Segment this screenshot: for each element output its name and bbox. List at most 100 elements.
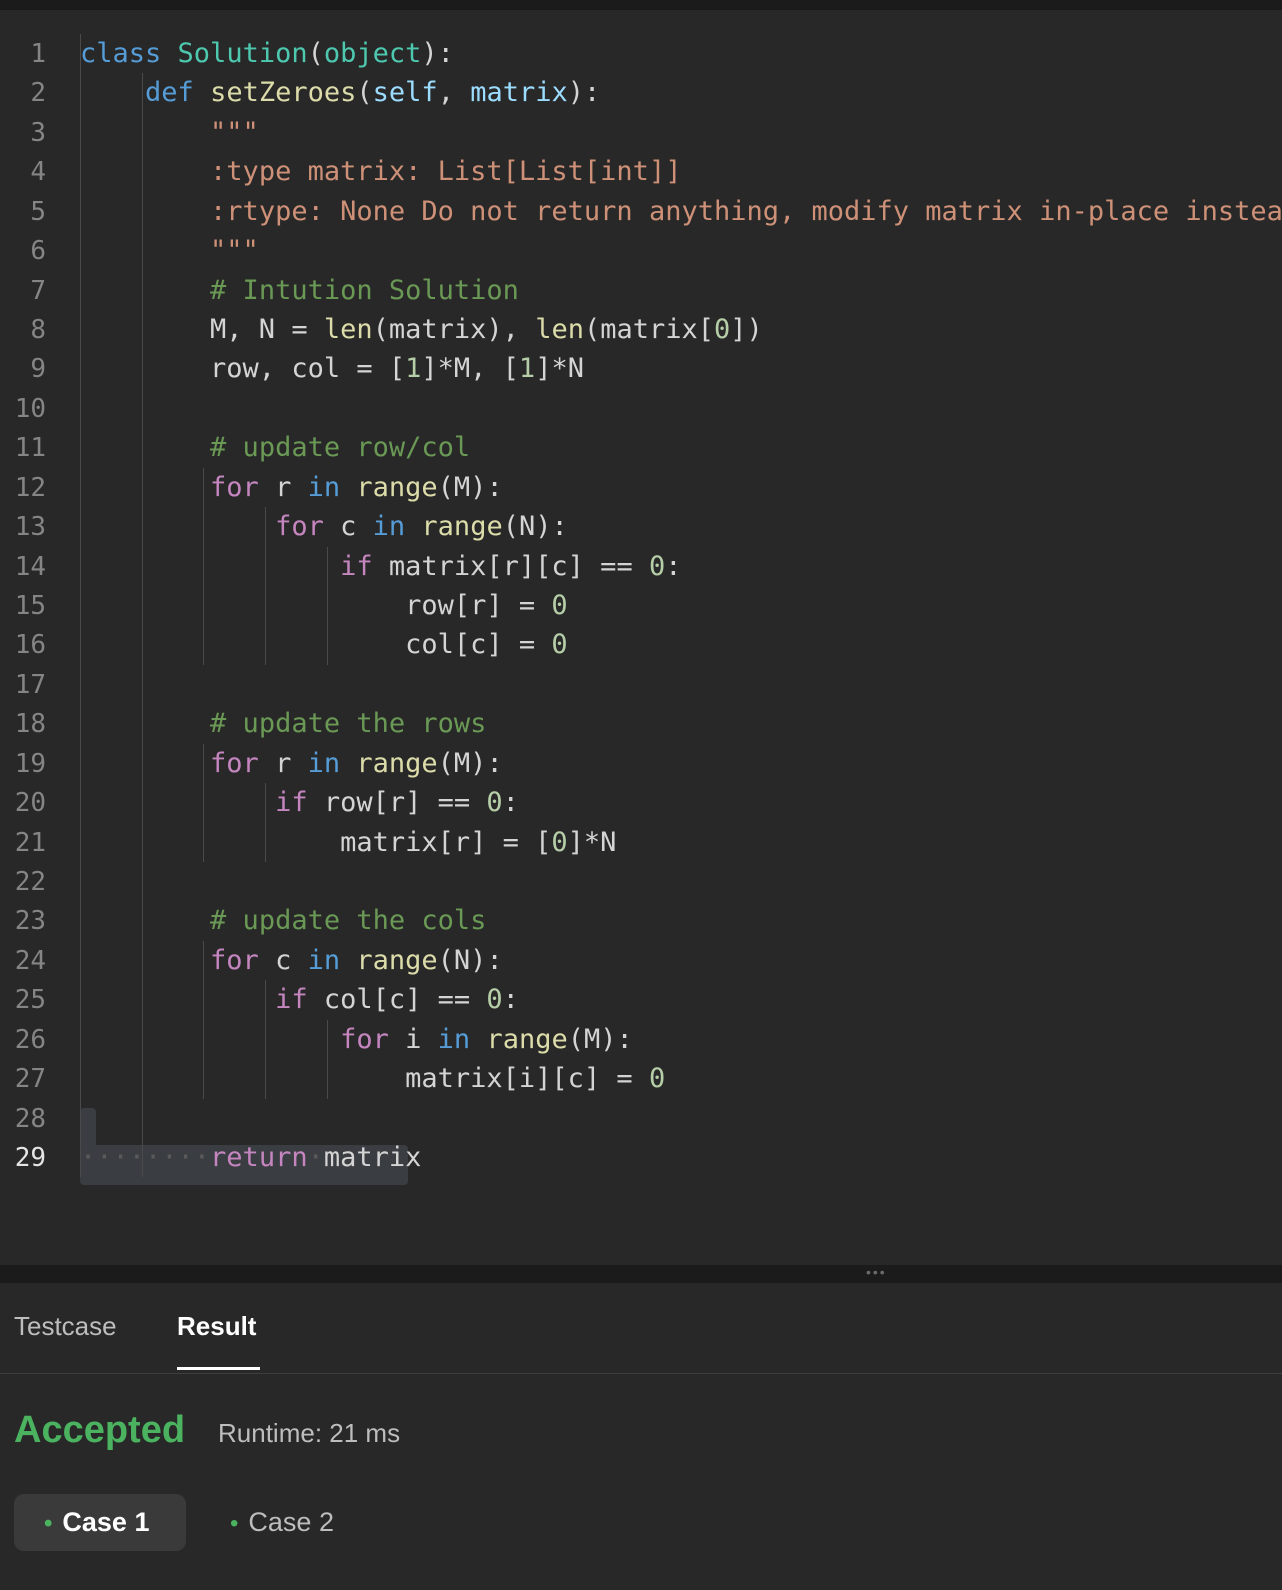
code-text[interactable]: # update the cols [80, 901, 486, 941]
code-text[interactable]: if matrix[r][c] == 0: [80, 547, 681, 587]
case-label: Case 2 [248, 1507, 334, 1537]
code-text[interactable]: matrix[i][c] = 0 [80, 1059, 665, 1099]
code-line[interactable]: 8 M, N = len(matrix), len(matrix[0]) [0, 310, 1282, 350]
code-token: (matrix), [372, 314, 536, 345]
code-text[interactable]: if col[c] == 0: [80, 980, 519, 1020]
panel-resize-handle[interactable] [0, 1265, 1282, 1283]
code-text[interactable]: col[c] = 0 [80, 625, 568, 665]
code-token: range [421, 511, 503, 543]
code-line[interactable]: 5 :rtype: None Do not return anything, m… [0, 192, 1282, 232]
code-text[interactable]: """ [80, 113, 259, 153]
code-line[interactable]: 21 matrix[r] = [0]*N [0, 823, 1282, 863]
code-line[interactable]: 18 # update the rows [0, 704, 1282, 744]
code-line[interactable]: 23 # update the cols [0, 901, 1282, 941]
code-line[interactable]: 29 ········return·matrix [0, 1138, 1282, 1178]
code-line[interactable]: 13 for c in range(N): [0, 507, 1282, 547]
line-number: 2 [30, 78, 46, 109]
code-text[interactable]: for r in range(M): [80, 468, 503, 508]
code-line[interactable]: 6 """ [0, 231, 1282, 271]
code-line[interactable]: 1 class Solution(object): [0, 34, 1282, 74]
code-token: 0 [551, 629, 568, 661]
code-token: range [486, 1023, 568, 1055]
code-line[interactable]: 10 [0, 389, 1282, 429]
code-line[interactable]: 25 if col[c] == 0: [0, 980, 1282, 1020]
code-token: , [437, 77, 471, 109]
code-line[interactable]: 20 if row[r] == 0: [0, 783, 1282, 823]
code-token: ········ [80, 1142, 211, 1174]
code-token: object [323, 38, 422, 69]
code-line[interactable]: 14 if matrix[r][c] == 0: [0, 547, 1282, 587]
code-text[interactable]: :rtype: None Do not return anything, mod… [80, 192, 1282, 232]
code-token: 0 [551, 590, 568, 622]
code-text[interactable]: # Intution Solution [80, 271, 519, 311]
drag-grip-icon[interactable]: ••• [866, 1265, 887, 1279]
code-token: col[c] == [307, 984, 487, 1016]
code-line[interactable]: 26 for i in range(M): [0, 1020, 1282, 1060]
code-token: ]) [730, 314, 763, 345]
code-token: row, col = [ [80, 353, 406, 385]
code-line[interactable]: 12 for r in range(M): [0, 468, 1282, 508]
code-token: ( [307, 38, 324, 69]
runtime-label: Runtime: 21 ms [218, 1418, 401, 1448]
active-tab-indicator [177, 1367, 260, 1370]
case-2-button[interactable]: • Case 2 [200, 1494, 372, 1551]
code-line[interactable]: 17 [0, 665, 1282, 705]
code-token: 0 [648, 550, 666, 582]
line-number: 9 [30, 354, 46, 385]
code-line[interactable]: 28 [0, 1099, 1282, 1139]
code-token: (M): [437, 747, 503, 779]
code-line[interactable]: 22 [0, 862, 1282, 902]
code-line[interactable]: 2 def setZeroes(self, matrix): [0, 73, 1282, 113]
line-number: 17 [14, 669, 46, 700]
code-line[interactable]: 15 row[r] = 0 [0, 586, 1282, 626]
code-text[interactable]: for i in range(M): [80, 1020, 633, 1060]
submission-status: Accepted [14, 1409, 186, 1451]
code-text[interactable]: ········return·matrix [80, 1138, 421, 1178]
code-text[interactable]: matrix[r] = [0]*N [80, 823, 616, 863]
code-text[interactable]: class Solution(object): [80, 34, 454, 74]
code-line[interactable]: 16 col[c] = 0 [0, 625, 1282, 665]
code-text[interactable]: for c in range(N): [80, 941, 503, 981]
code-token: matrix[r][c] == [372, 550, 649, 582]
code-line[interactable]: 3 """ [0, 113, 1282, 153]
code-token: self [372, 77, 438, 109]
code-line[interactable]: 27 matrix[i][c] = 0 [0, 1059, 1282, 1099]
line-number: 5 [30, 196, 46, 227]
code-line[interactable]: 19 for r in range(M): [0, 744, 1282, 784]
code-token: """ [210, 235, 259, 267]
code-text[interactable]: row[r] = 0 [80, 586, 568, 626]
code-text[interactable]: # update the rows [80, 704, 486, 744]
code-text[interactable]: for r in range(M): [80, 744, 503, 784]
code-token: matrix[i][c] = [80, 1063, 649, 1095]
code-editor[interactable]: 1 class Solution(object): 2 def setZeroes(… [0, 10, 1282, 1275]
code-text[interactable]: """ [80, 231, 259, 271]
tab-result[interactable]: Result [177, 1311, 256, 1342]
code-line[interactable]: 9 row, col = [1]*M, [1]*N [0, 349, 1282, 389]
code-token: c [323, 511, 373, 543]
code-text[interactable]: if row[r] == 0: [80, 783, 519, 823]
code-text[interactable]: def setZeroes(self, matrix): [80, 73, 600, 113]
code-token: class [80, 38, 162, 69]
code-token: for [210, 944, 259, 976]
code-text[interactable]: :type matrix: List[List[int]] [80, 152, 681, 192]
code-token: if [275, 984, 308, 1016]
code-line[interactable]: 4 :type matrix: List[List[int]] [0, 152, 1282, 192]
code-text[interactable]: # update row/col [80, 428, 470, 468]
case-1-button[interactable]: • Case 1 [14, 1494, 186, 1551]
code-text[interactable]: for c in range(N): [80, 507, 568, 547]
code-token: def [145, 77, 194, 109]
code-token: row[r] = [80, 590, 552, 622]
code-token: 0 [486, 984, 503, 1016]
code-text[interactable]: row, col = [1]*M, [1]*N [80, 349, 584, 389]
tab-testcase[interactable]: Testcase [14, 1311, 117, 1342]
code-text[interactable]: M, N = len(matrix), len(matrix[0]) [80, 310, 763, 350]
code-line[interactable]: 11 # update row/col [0, 428, 1282, 468]
code-token: M, N = [80, 314, 324, 345]
code-line[interactable]: 7 # Intution Solution [0, 271, 1282, 311]
code-token: # update row/col [210, 432, 471, 464]
line-number: 24 [14, 945, 46, 976]
code-token: len [535, 314, 584, 345]
code-line[interactable]: 24 for c in range(N): [0, 941, 1282, 981]
